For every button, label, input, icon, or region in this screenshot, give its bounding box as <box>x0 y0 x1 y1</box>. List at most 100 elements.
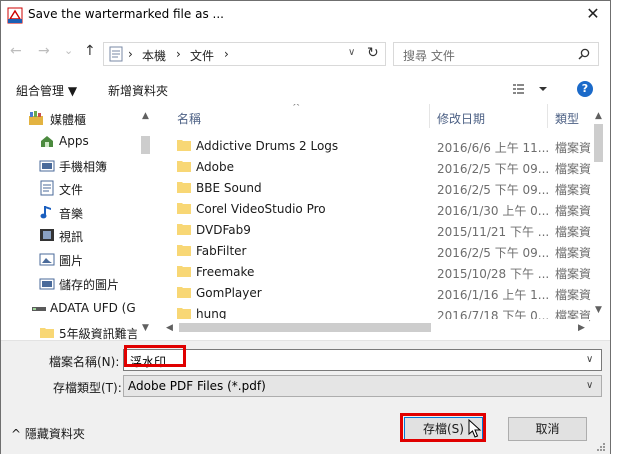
filename-value: 浮水印 <box>130 355 167 369</box>
nav-item-label: ADATA UFD (G: <box>50 301 140 315</box>
file-list-hscrollbar[interactable]: ◀ ▶ <box>161 319 589 336</box>
scroll-up-icon[interactable]: ▲ <box>137 108 154 124</box>
file-list[interactable]: 名稱 ^ 修改日期 類型 Addictive Drums 2 Logs 2016… <box>161 104 607 340</box>
filetype-label: 存檔類型(T): <box>53 381 122 395</box>
folder-icon <box>177 140 191 151</box>
folder-icon <box>177 161 191 172</box>
file-row[interactable]: Addictive Drums 2 Logs 2016/6/6 上午 11...… <box>161 136 607 157</box>
nav-item-documents[interactable]: 文件 <box>10 177 140 199</box>
title-bar[interactable]: Save the wartermarked file as ... ✕ <box>1 1 610 29</box>
recent-locations-icon[interactable]: ⌄ <box>64 43 73 59</box>
documents-icon <box>109 46 123 62</box>
file-date: 2016/1/30 上午 0... <box>437 204 550 218</box>
nav-item-folder[interactable]: 5年級資訊難言 <box>10 321 140 340</box>
pdf-app-icon <box>7 7 23 24</box>
resize-grip-icon[interactable] <box>595 441 605 451</box>
file-name: Addictive Drums 2 Logs <box>196 139 339 153</box>
help-icon[interactable]: ? <box>577 81 593 97</box>
column-header-name[interactable]: 名稱 <box>177 110 201 127</box>
nav-item-label: 儲存的圖片 <box>59 278 120 292</box>
nav-item-pictures[interactable]: 圖片 <box>10 248 140 270</box>
navigation-pane[interactable]: 媒體櫃 Apps 手機相簿 文件 音樂 視訊 圖片 儲存的圖片 ADATA UF… <box>10 104 154 340</box>
scroll-down-icon[interactable]: ▼ <box>590 302 607 318</box>
forward-arrow-icon[interactable]: → <box>38 43 50 59</box>
file-date: 2016/2/5 下午 09... <box>437 246 550 260</box>
column-divider[interactable] <box>547 104 548 128</box>
save-form: 檔案名稱(N): 浮水印 ∨ 存檔類型(T): Adobe PDF Files … <box>1 340 610 454</box>
nav-item-label: 手機相簿 <box>59 160 108 174</box>
file-date: 2016/6/6 上午 11... <box>437 141 550 155</box>
documents-icon <box>40 180 54 196</box>
scroll-down-icon[interactable]: ▼ <box>137 320 154 336</box>
nav-item-apps[interactable]: Apps <box>10 130 140 152</box>
nav-item-label: 文件 <box>59 183 84 197</box>
folder-icon <box>177 182 191 193</box>
window-title: Save the wartermarked file as ... <box>28 7 224 21</box>
file-name: DVDFab9 <box>196 223 251 237</box>
file-row[interactable]: Freemake 2015/10/28 下午 ... 檔案資 <box>161 262 607 283</box>
scroll-up-icon[interactable]: ▲ <box>590 108 607 124</box>
file-date: 2016/2/5 下午 09... <box>437 183 550 197</box>
nav-item-videos[interactable]: 視訊 <box>10 224 140 246</box>
file-row[interactable]: Corel VideoStudio Pro 2016/1/30 上午 0... … <box>161 199 607 220</box>
breadcrumb-documents[interactable]: 文件 <box>190 47 214 64</box>
column-header-type[interactable]: 類型 <box>555 110 579 127</box>
organize-menu[interactable]: 組合管理 ▼ <box>16 82 77 99</box>
folder-icon <box>177 224 191 235</box>
file-name: GomPlayer <box>196 286 262 300</box>
filename-field[interactable]: 浮水印 ∨ <box>123 349 602 371</box>
close-icon[interactable]: ✕ <box>583 4 603 24</box>
scroll-right-icon[interactable]: ▶ <box>573 320 590 336</box>
scrollbar-thumb[interactable] <box>594 124 603 162</box>
search-icon[interactable] <box>578 48 590 60</box>
file-date: 2015/10/28 下午 ... <box>437 267 550 281</box>
change-view-icon[interactable] <box>512 81 548 97</box>
up-arrow-icon[interactable]: ↑ <box>84 43 96 59</box>
back-arrow-icon[interactable]: ← <box>10 43 22 59</box>
file-row[interactable]: FabFilter 2016/2/5 下午 09... 檔案資 <box>161 241 607 262</box>
library-icon <box>29 111 43 125</box>
column-header-date[interactable]: 修改日期 <box>437 110 485 127</box>
nav-item-usb-drive[interactable]: ADATA UFD (G: <box>10 297 140 319</box>
save-dialog: Save the wartermarked file as ... ✕ ← → … <box>0 0 611 454</box>
file-type: 檔案資 <box>555 288 592 302</box>
breadcrumb-this-pc[interactable]: 本機 <box>142 47 166 64</box>
pictures-icon <box>39 253 55 266</box>
file-type: 檔案資 <box>555 183 592 197</box>
scrollbar-thumb[interactable] <box>141 136 150 154</box>
nav-item-phone-album[interactable]: 手機相簿 <box>10 154 140 176</box>
nav-item-saved-pictures[interactable]: 儲存的圖片 <box>10 272 140 294</box>
nav-item-libraries[interactable]: 媒體櫃 <box>10 107 140 129</box>
file-type: 檔案資 <box>555 267 592 281</box>
address-dropdown-icon[interactable]: ∨ <box>348 47 355 58</box>
file-row[interactable]: BBE Sound 2016/2/5 下午 09... 檔案資 <box>161 178 607 199</box>
file-name: Corel VideoStudio Pro <box>196 202 326 216</box>
nav-item-label: 音樂 <box>59 207 84 221</box>
chevron-down-icon[interactable]: ∨ <box>586 380 593 391</box>
new-folder-button[interactable]: 新增資料夾 <box>108 82 168 99</box>
file-row[interactable]: Adobe 2016/2/5 下午 09... 檔案資 <box>161 157 607 178</box>
nav-item-music[interactable]: 音樂 <box>10 201 140 223</box>
column-divider[interactable] <box>429 104 430 128</box>
file-row[interactable]: DVDFab9 2015/11/21 下午 ... 檔案資 <box>161 220 607 241</box>
file-name: BBE Sound <box>196 181 262 195</box>
file-row[interactable]: GomPlayer 2016/1/16 上午 1... 檔案資 <box>161 283 607 304</box>
scroll-left-icon[interactable]: ◀ <box>161 320 178 336</box>
search-box[interactable]: 搜尋 文件 <box>393 42 599 66</box>
file-list-scrollbar[interactable]: ▲ ▼ <box>590 104 607 319</box>
nav-item-label: 圖片 <box>59 254 84 268</box>
folder-icon <box>177 287 191 298</box>
scrollbar-thumb[interactable] <box>179 323 431 332</box>
hide-folders-toggle[interactable]: ^ 隱藏資料夾 <box>11 425 85 442</box>
cancel-button[interactable]: 取消 <box>508 417 587 441</box>
folder-shortcut-icon <box>39 278 55 290</box>
filetype-select[interactable]: Adobe PDF Files (*.pdf) ∨ <box>123 375 602 397</box>
search-placeholder: 搜尋 文件 <box>403 49 455 63</box>
folder-icon <box>177 266 191 277</box>
navigation-scrollbar[interactable]: ▲ ▼ <box>137 104 154 340</box>
file-date: 2015/11/21 下午 ... <box>437 225 550 239</box>
usb-drive-icon <box>32 307 46 311</box>
chevron-down-icon[interactable]: ∨ <box>586 354 593 365</box>
address-bar[interactable]: › 本機 › 文件 › ∨ ↻ <box>103 42 386 66</box>
refresh-icon[interactable]: ↻ <box>367 45 379 61</box>
